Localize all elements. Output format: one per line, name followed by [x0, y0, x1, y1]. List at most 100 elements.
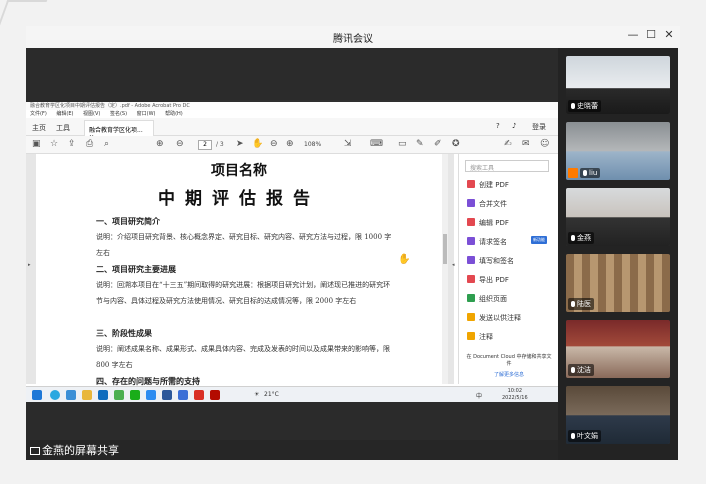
learn-more-link[interactable]: 了解更多信息 — [465, 372, 553, 379]
tool-send-for-comments[interactable]: 发送以供注释 — [467, 313, 521, 323]
file-explorer-icon[interactable] — [82, 390, 92, 400]
document-page: 项目名称 中期评估报告 一、项目研究简介 说明：介绍项目研究背景、核心概念界定、… — [36, 154, 442, 386]
wechat-icon[interactable] — [130, 390, 140, 400]
pen-icon[interactable]: ✎ — [416, 139, 424, 149]
clock-time: 10:02 — [507, 388, 523, 394]
comment-icon[interactable]: ▭ — [398, 139, 407, 149]
section-text: 说明：阐述成果名称、成果形式、成果具体内容、完成及发表的时间以及成果带来的影响等… — [96, 345, 390, 369]
video-tile[interactable]: 陆医 — [566, 254, 670, 312]
tab-document[interactable]: 融合教育学区化项... ✕ — [84, 120, 154, 141]
tool-create-pdf[interactable]: 创建 PDF — [467, 180, 509, 190]
mic-icon — [571, 367, 575, 373]
menu-window[interactable]: 窗口(W) — [137, 111, 156, 117]
menu-sign[interactable]: 签名(S) — [110, 111, 127, 117]
highlight-icon[interactable]: ✐ — [434, 139, 442, 149]
tab-tools[interactable]: 工具 — [56, 123, 70, 133]
page-up-icon[interactable]: ⊕ — [156, 139, 164, 149]
combine-files-icon — [467, 199, 475, 207]
print-icon[interactable]: ⎙ — [86, 139, 93, 149]
video-tile[interactable]: 叶文娟 — [566, 386, 670, 444]
window-titlebar: 腾讯会议 — ☐ ✕ — [26, 26, 680, 48]
tool-export-pdf[interactable]: 导出 PDF — [467, 275, 509, 285]
scrollbar-thumb[interactable] — [443, 234, 447, 264]
video-tile[interactable]: 沈洁 — [566, 320, 670, 378]
page-number-input[interactable]: 2 — [198, 140, 212, 150]
tool-label: 请求签名 — [479, 238, 507, 246]
tools-search-input[interactable]: 搜索工具 — [465, 160, 549, 172]
acrobat-toolbar: ▣ ☆ ⇪ ⎙ ⌕ ⊕ ⊖ 2 / 3 ➤ ✋ ⊖ ⊕ 108% ⇲ ⌨ ▭ ✎… — [26, 136, 558, 154]
video-tile[interactable]: 史晓蕾 — [566, 56, 670, 114]
zoom-search-icon[interactable]: ⌕ — [104, 139, 109, 149]
screen-share-label: 金燕的屏幕共享 — [42, 444, 119, 457]
screen-share-icon — [30, 447, 40, 455]
save-icon[interactable]: ▣ — [32, 139, 41, 149]
section-text: 说明：回溯本项目在“十三五”期间取得的研究进展：根据项目研究计划，阐述现已推进的… — [96, 281, 391, 305]
organize-pages-icon — [467, 294, 475, 302]
taskbar-clock[interactable]: 10:02 2022/5/16 — [502, 388, 528, 402]
tool-label: 合并文件 — [479, 200, 507, 208]
browser-icon[interactable] — [178, 390, 188, 400]
hand-tool-icon[interactable]: ✋ — [252, 139, 263, 149]
acrobat-icon[interactable] — [210, 390, 220, 400]
task-view-icon[interactable] — [66, 390, 76, 400]
screen-share-indicator: 金燕的屏幕共享 — [30, 442, 119, 458]
fit-page-icon[interactable]: ⇲ — [344, 139, 352, 149]
mic-icon — [571, 433, 575, 439]
word-icon[interactable] — [162, 390, 172, 400]
screenshot-frame: 腾讯会议 — ☐ ✕ 融合教育学区化项目中期评估报告（定）.pdf - Adob… — [0, 0, 706, 484]
menu-edit[interactable]: 编辑(E) — [56, 111, 73, 117]
edge-icon[interactable] — [50, 390, 60, 400]
video-tile[interactable]: 金燕 — [566, 188, 670, 246]
participant-name: 金燕 — [568, 232, 594, 244]
menu-file[interactable]: 文件(F) — [30, 111, 47, 117]
zoom-level[interactable]: 108% — [304, 141, 321, 148]
sign-icon[interactable]: ✍ — [504, 139, 512, 149]
tool-fill-sign[interactable]: 填写和签名 — [467, 256, 514, 266]
signin-link[interactable]: 登录 — [532, 122, 546, 132]
zoom-out-icon[interactable]: ⊖ — [270, 139, 278, 149]
bookmark-star-icon[interactable]: ☆ — [50, 139, 58, 149]
select-cursor-icon[interactable]: ➤ — [236, 139, 244, 149]
video-tile[interactable]: liu — [566, 122, 670, 180]
upload-icon[interactable]: ⇪ — [68, 139, 76, 149]
zoom-in-icon[interactable]: ⊕ — [286, 139, 294, 149]
store-icon[interactable] — [114, 390, 124, 400]
menu-view[interactable]: 视图(V) — [83, 111, 100, 117]
close-button[interactable]: ✕ — [660, 28, 678, 41]
keyboard-icon[interactable]: ⌨ — [370, 139, 383, 149]
start-icon[interactable] — [32, 390, 42, 400]
tencent-meeting-icon[interactable] — [146, 390, 156, 400]
minimize-button[interactable]: — — [624, 28, 642, 41]
document-cloud-promo: 在 Document Cloud 中存储和共享文件 了解更多信息 — [465, 354, 553, 379]
page-down-icon[interactable]: ⊖ — [176, 139, 184, 149]
input-language[interactable]: 中 — [476, 391, 482, 400]
tool-comment[interactable]: 注释 — [467, 332, 493, 342]
document-scrollbar[interactable] — [442, 154, 448, 384]
tool-organize-pages[interactable]: 组织页面 — [467, 294, 507, 304]
acrobat-title: 融合教育学区化项目中期评估报告（定）.pdf - Adobe Acrobat P… — [26, 102, 558, 110]
help-icon[interactable]: ? — [496, 122, 500, 130]
stamp-icon[interactable]: ✪ — [452, 139, 460, 149]
acrobat-menubar: 文件(F) 编辑(E) 视图(V) 签名(S) 窗口(W) 帮助(H) — [26, 110, 558, 118]
tool-label: 填写和签名 — [479, 257, 514, 265]
tab-document-label: 融合教育学区化项... — [89, 127, 143, 134]
maximize-button[interactable]: ☐ — [642, 28, 660, 41]
tool-edit-pdf[interactable]: 编辑 PDF — [467, 218, 509, 228]
tool-combine-files[interactable]: 合并文件 — [467, 199, 507, 209]
bell-icon[interactable]: ♪ — [512, 122, 516, 130]
mic-icon — [571, 103, 575, 109]
left-panel-toggle-icon[interactable]: ▸ — [28, 262, 31, 268]
mail-icon[interactable]: ✉ — [522, 139, 530, 149]
menu-help[interactable]: 帮助(H) — [165, 111, 183, 117]
right-panel-toggle-icon[interactable]: ◂ — [452, 262, 455, 268]
mail-app-icon[interactable] — [98, 390, 108, 400]
participant-name: 沈洁 — [568, 364, 594, 376]
tool-request-signature[interactable]: 请求签名 — [467, 237, 507, 247]
document-viewport[interactable]: 项目名称 中期评估报告 一、项目研究简介 说明：介绍项目研究背景、核心概念界定、… — [26, 154, 454, 386]
share-user-icon[interactable]: ☺ — [540, 139, 549, 149]
mic-icon — [583, 170, 587, 176]
weather-icon[interactable]: ☀ — [254, 391, 259, 398]
wps-icon[interactable] — [194, 390, 204, 400]
tab-home[interactable]: 主页 — [32, 123, 46, 133]
weather-temp[interactable]: 21°C — [264, 391, 279, 398]
